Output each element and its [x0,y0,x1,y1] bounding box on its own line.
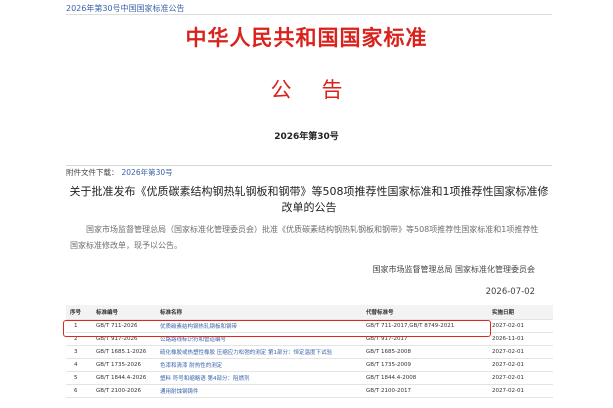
cell-seq: 2 [66,332,92,346]
table-row: 3 GB/T 1685.1-2026 硫化橡胶或热塑性橡胶 压缩应力松弛的测定 … [66,345,553,359]
cell-std-no: GB/T 1735-2026 [92,358,156,372]
notice-label: 公告 [270,78,373,102]
col-header-seq: 序号 [66,305,92,320]
cell-seq: 4 [66,358,92,372]
cell-seq: 5 [66,371,92,385]
cell-std-name-link[interactable]: 塑料 符号和缩略语 第4部分：阻燃剂 [156,371,362,385]
col-header-std-no: 标准编号 [92,305,156,320]
cell-std-no: GB/T 711-2026 [92,319,156,333]
col-header-replaced: 代替标准号 [362,305,488,320]
cell-impl-date: 2027-02-01 [488,371,553,385]
issuing-authority: 国家市场监督管理总局 国家标准化管理委员会 [372,265,535,274]
cell-std-no: GB/T 1685.1-2026 [92,345,156,359]
cell-std-name-link[interactable]: 色漆和清漆 耐热性的测定 [156,358,362,372]
cell-std-name-link[interactable]: 公路路线标识符和管道编号 [156,332,362,346]
cell-seq: 6 [66,384,92,398]
cell-impl-date: 2027-02-01 [488,345,553,359]
issue-date: 2026-07-02 [485,287,535,297]
standards-table: 序号 标准编号 标准名称 代替标准号 实施日期 1 GB/T 711-2026 … [66,305,553,398]
cell-replaced: GB/T 2100-2017 [362,384,488,398]
table-row: 1 GB/T 711-2026 优质碳素结构钢热轧钢板和钢带 GB/T 711-… [66,319,553,333]
table-row: 5 GB/T 1844.4-2026 塑料 符号和缩略语 第4部分：阻燃剂 GB… [66,371,553,385]
cell-std-name-link[interactable]: 硫化橡胶或热塑性橡胶 压缩应力松弛的测定 第1部分：恒定温度下试验 [156,345,362,359]
attachment-label: 附件文件下载： [66,168,119,177]
cell-replaced: GB/T 1685-2008 [362,345,488,359]
cell-seq: 1 [66,319,92,333]
cell-impl-date: 2027-02-01 [488,319,553,333]
header-divider [66,14,552,15]
cell-impl-date: 2027-02-01 [488,384,553,398]
attachment-download-link[interactable]: 2026年第30号 [122,168,173,177]
cell-impl-date: 2026-11-01 [488,332,553,346]
table-header-row: 序号 标准编号 标准名称 代替标准号 实施日期 [66,305,553,320]
cell-std-no: GB/T 2100-2026 [92,384,156,398]
attachment-row: 附件文件下载： 2026年第30号 [66,167,173,178]
cell-replaced: GB/T 711-2017,GB/T 8749-2021 [362,319,488,333]
cell-impl-date: 2027-02-01 [488,358,553,372]
col-header-std-name: 标准名称 [156,305,362,320]
cell-seq: 3 [66,345,92,359]
cell-std-name-link[interactable]: 优质碳素结构钢热轧钢板和钢带 [156,319,362,333]
document-title: 关于批准发布《优质碳素结构钢热轧钢板和钢带》等508项推荐性国家标准和1项推荐性… [69,185,549,214]
issue-number: 2026年第30号 [274,132,339,142]
table-row: 4 GB/T 1735-2026 色漆和清漆 耐热性的测定 GB/T 1735-… [66,358,553,372]
cell-replaced: GB/T 1735-2009 [362,358,488,372]
cell-replaced: GB/T 1844.4-2008 [362,371,488,385]
table-row: 6 GB/T 2100-2026 通用耐蚀钢铸件 GB/T 2100-2017 … [66,384,553,398]
cell-std-no: GB/T 917-2026 [92,332,156,346]
announcement-page: 2026年第30号中国国家标准公告 中华人民共和国国家标准 公告 2026年第3… [0,0,613,408]
government-title: 中华人民共和国国家标准 [185,25,428,50]
cell-std-name-link[interactable]: 通用耐蚀钢铸件 [156,384,362,398]
announcement-paragraph: 国家市场监督管理总局（国家标准化管理委员会）批准《优质碳素结构钢热轧钢板和钢带》… [70,225,539,250]
cell-std-no: GB/T 1844.4-2026 [92,371,156,385]
cell-replaced: GB/T 917-2017 [362,332,488,346]
breadcrumb[interactable]: 2026年第30号中国国家标准公告 [66,3,185,14]
attachment-divider [66,165,552,166]
col-header-impl-date: 实施日期 [488,305,553,320]
table-row: 2 GB/T 917-2026 公路路线标识符和管道编号 GB/T 917-20… [66,332,553,346]
